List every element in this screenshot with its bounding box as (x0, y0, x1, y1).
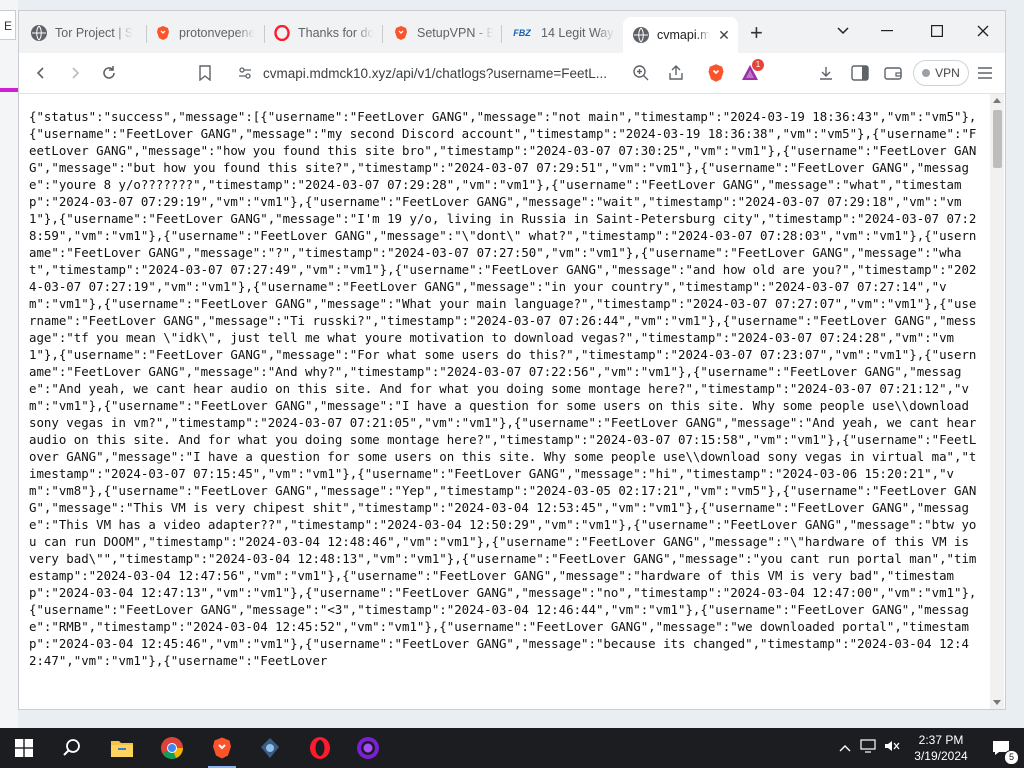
tab-tor-project[interactable]: Tor Project | S (31, 19, 143, 47)
opera-icon (274, 25, 290, 41)
json-response-text: {"status":"success","message":[{"usernam… (29, 109, 984, 668)
tab-label: Thanks for do (298, 26, 374, 40)
scroll-thumb[interactable] (993, 110, 1002, 168)
background-accent (0, 88, 18, 92)
menu-icon[interactable] (973, 61, 997, 85)
file-explorer-icon[interactable] (98, 728, 146, 768)
scroll-down-icon[interactable] (993, 700, 1001, 705)
vertical-scrollbar[interactable] (990, 94, 1004, 709)
site-settings-icon[interactable] (237, 65, 253, 86)
clock-time: 2:37 PM (918, 733, 964, 747)
tab-label: protonvepene (179, 26, 255, 40)
show-hidden-icons-icon[interactable] (834, 739, 856, 757)
start-button[interactable] (0, 728, 48, 768)
system-tray: 2:37 PM 3/19/2024 5 (834, 728, 1024, 768)
tab-legit-ways[interactable]: FBZ 14 Legit Ways (511, 19, 615, 47)
vpn-button[interactable]: VPN (913, 60, 969, 86)
maximize-button[interactable] (915, 17, 959, 45)
address-bar[interactable]: cvmapi.mdmck10.xyz/api/v1/chatlogs?usern… (227, 58, 707, 88)
tab-label: cvmapi.m (657, 28, 711, 42)
url-text[interactable]: cvmapi.mdmck10.xyz/api/v1/chatlogs?usern… (263, 66, 618, 81)
opera-icon[interactable] (296, 728, 344, 768)
vpn-app-icon[interactable] (246, 728, 294, 768)
clock-date: 3/19/2024 (914, 749, 968, 763)
tab-separator (146, 25, 147, 43)
bookmark-icon[interactable] (193, 61, 217, 85)
tab-cvmapi-active[interactable]: cvmapi.m ✕ (623, 17, 738, 53)
volume-muted-icon[interactable] (880, 739, 904, 758)
close-tab-icon[interactable]: ✕ (716, 27, 732, 44)
back-button[interactable] (29, 61, 53, 85)
share-icon[interactable] (667, 64, 685, 87)
brave-rewards-icon[interactable]: 1 (738, 59, 764, 85)
downloads-icon[interactable] (814, 61, 838, 85)
opera-gx-icon[interactable] (344, 728, 392, 768)
clock[interactable]: 2:37 PM 3/19/2024 (904, 732, 978, 764)
tab-separator (382, 25, 383, 43)
notifications-icon[interactable]: 5 (978, 728, 1024, 768)
tab-setupvpn[interactable]: SetupVPN - B (393, 19, 493, 47)
page-content: {"status":"success","message":[{"usernam… (19, 94, 989, 709)
globe-icon (633, 27, 649, 43)
tab-protonvepene[interactable]: protonvepene (155, 19, 255, 47)
brave-icon (155, 25, 171, 41)
background-window-letter: E (4, 19, 13, 33)
taskbar: 2:37 PM 3/19/2024 5 (0, 728, 1024, 768)
desktop-background (0, 0, 18, 728)
search-icon[interactable] (48, 728, 96, 768)
tab-label: 14 Legit Ways (541, 26, 615, 40)
globe-icon (31, 25, 47, 41)
vpn-label: VPN (935, 66, 960, 80)
tab-separator (264, 25, 265, 43)
brave-icon[interactable] (198, 728, 246, 768)
navigation-toolbar: cvmapi.mdmck10.xyz/api/v1/chatlogs?usern… (19, 53, 1005, 94)
fbz-icon: FBZ (513, 28, 531, 38)
new-tab-button[interactable]: + (750, 22, 763, 44)
wallet-icon[interactable] (881, 61, 905, 85)
sidebar-icon[interactable] (848, 61, 872, 85)
rewards-badge: 1 (752, 59, 764, 71)
reload-button[interactable] (97, 61, 121, 85)
background-window-tab[interactable]: E (0, 10, 16, 40)
vpn-status-dot (922, 69, 931, 77)
network-icon[interactable] (856, 738, 880, 758)
tab-label: SetupVPN - B (417, 26, 493, 40)
tab-label: Tor Project | S (55, 26, 134, 40)
notification-count: 5 (1004, 750, 1019, 765)
minimize-button[interactable] (865, 17, 909, 45)
close-window-button[interactable] (961, 17, 1005, 45)
brave-shields-icon[interactable] (704, 61, 728, 85)
forward-button[interactable] (63, 61, 87, 85)
browser-window: Tor Project | S protonvepene Thanks for … (18, 10, 1006, 710)
scroll-up-icon[interactable] (993, 98, 1001, 103)
tab-search-chevron-icon[interactable] (821, 17, 865, 45)
brave-icon (393, 25, 409, 41)
zoom-icon[interactable] (632, 64, 650, 87)
tab-strip: Tor Project | S protonvepene Thanks for … (19, 11, 1005, 53)
tab-separator (501, 25, 502, 43)
tab-thanks[interactable]: Thanks for do (274, 19, 374, 47)
chrome-icon[interactable] (148, 728, 196, 768)
